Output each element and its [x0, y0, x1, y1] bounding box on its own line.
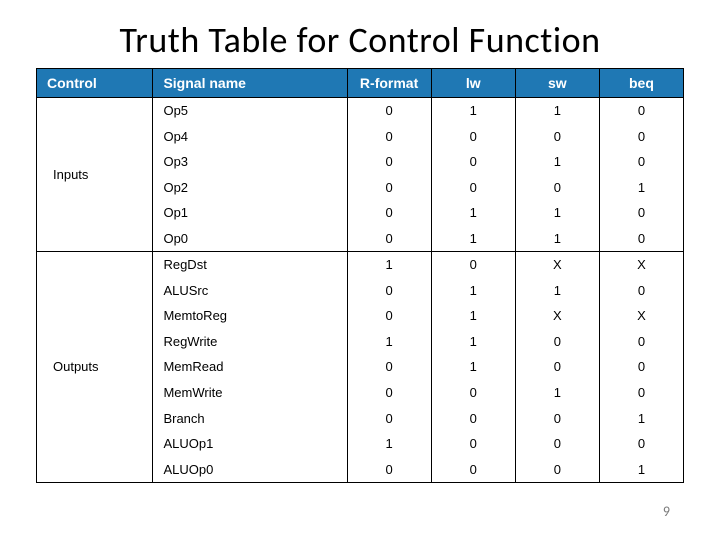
cell-value: 0: [347, 380, 431, 406]
cell-signal: ALUOp0: [153, 457, 347, 483]
cell-value: 1: [515, 149, 599, 175]
cell-value: 0: [347, 200, 431, 226]
cell-value: X: [515, 252, 599, 278]
cell-value: 0: [515, 354, 599, 380]
cell-value: 1: [431, 303, 515, 329]
cell-value: 1: [431, 98, 515, 124]
table-body: Inputs Op5 0 1 1 0 Op4 0 0 0 0 Op3 0: [37, 98, 684, 483]
cell-value: 0: [599, 149, 683, 175]
cell-value: 0: [431, 431, 515, 457]
cell-value: 1: [347, 252, 431, 278]
cell-value: 0: [347, 354, 431, 380]
cell-value: 0: [347, 303, 431, 329]
cell-value: 1: [515, 380, 599, 406]
cell-value: 0: [515, 406, 599, 432]
cell-signal: Op0: [153, 226, 347, 252]
header-signal: Signal name: [153, 69, 347, 98]
cell-signal: Op5: [153, 98, 347, 124]
cell-value: 0: [599, 226, 683, 252]
cell-value: 0: [431, 380, 515, 406]
cell-signal: Op4: [153, 124, 347, 150]
cell-value: 0: [515, 175, 599, 201]
cell-value: 0: [431, 124, 515, 150]
cell-value: 1: [431, 329, 515, 355]
page-title: Truth Table for Control Function: [0, 18, 720, 62]
cell-signal: MemtoReg: [153, 303, 347, 329]
cell-value: 0: [347, 149, 431, 175]
cell-value: 0: [599, 98, 683, 124]
cell-value: 0: [347, 457, 431, 483]
cell-value: 1: [599, 457, 683, 483]
cell-value: 1: [515, 98, 599, 124]
cell-value: 0: [431, 252, 515, 278]
cell-value: 1: [431, 278, 515, 304]
cell-signal: Op3: [153, 149, 347, 175]
group-label-inputs: Inputs: [37, 98, 153, 252]
cell-value: 0: [599, 329, 683, 355]
cell-value: X: [599, 252, 683, 278]
cell-value: 0: [431, 406, 515, 432]
slide: Truth Table for Control Function Control…: [0, 0, 720, 540]
table-header-row: Control Signal name R-format lw sw beq: [37, 69, 684, 98]
page-number: 9: [663, 503, 670, 520]
cell-signal: Op1: [153, 200, 347, 226]
cell-value: X: [515, 303, 599, 329]
cell-value: 1: [347, 329, 431, 355]
cell-value: 0: [347, 175, 431, 201]
cell-value: 1: [431, 354, 515, 380]
cell-signal: Op2: [153, 175, 347, 201]
cell-value: 1: [515, 278, 599, 304]
header-control: Control: [37, 69, 153, 98]
cell-value: 1: [515, 200, 599, 226]
cell-value: 0: [347, 406, 431, 432]
cell-signal: RegDst: [153, 252, 347, 278]
header-sw: sw: [515, 69, 599, 98]
cell-signal: MemRead: [153, 354, 347, 380]
cell-value: 0: [599, 380, 683, 406]
cell-value: 0: [599, 278, 683, 304]
cell-signal: Branch: [153, 406, 347, 432]
header-rformat: R-format: [347, 69, 431, 98]
cell-value: 1: [347, 431, 431, 457]
cell-value: 1: [515, 226, 599, 252]
cell-signal: ALUOp1: [153, 431, 347, 457]
cell-value: 1: [599, 175, 683, 201]
cell-value: X: [599, 303, 683, 329]
cell-value: 0: [515, 457, 599, 483]
cell-signal: MemWrite: [153, 380, 347, 406]
cell-value: 0: [347, 278, 431, 304]
cell-value: 0: [599, 354, 683, 380]
cell-value: 0: [515, 329, 599, 355]
cell-value: 0: [599, 200, 683, 226]
cell-value: 0: [347, 124, 431, 150]
table-row: Outputs RegDst 1 0 X X: [37, 252, 684, 278]
cell-value: 0: [347, 98, 431, 124]
cell-value: 0: [515, 124, 599, 150]
cell-signal: ALUSrc: [153, 278, 347, 304]
cell-value: 0: [347, 226, 431, 252]
table-row: Inputs Op5 0 1 1 0: [37, 98, 684, 124]
header-beq: beq: [599, 69, 683, 98]
cell-value: 0: [431, 457, 515, 483]
header-lw: lw: [431, 69, 515, 98]
cell-value: 1: [431, 200, 515, 226]
cell-value: 1: [431, 226, 515, 252]
cell-value: 1: [599, 406, 683, 432]
truth-table: Control Signal name R-format lw sw beq I…: [36, 68, 684, 483]
cell-value: 0: [599, 124, 683, 150]
cell-value: 0: [515, 431, 599, 457]
cell-value: 0: [599, 431, 683, 457]
group-label-outputs: Outputs: [37, 252, 153, 483]
truth-table-container: Control Signal name R-format lw sw beq I…: [36, 68, 684, 483]
cell-signal: RegWrite: [153, 329, 347, 355]
cell-value: 0: [431, 149, 515, 175]
cell-value: 0: [431, 175, 515, 201]
